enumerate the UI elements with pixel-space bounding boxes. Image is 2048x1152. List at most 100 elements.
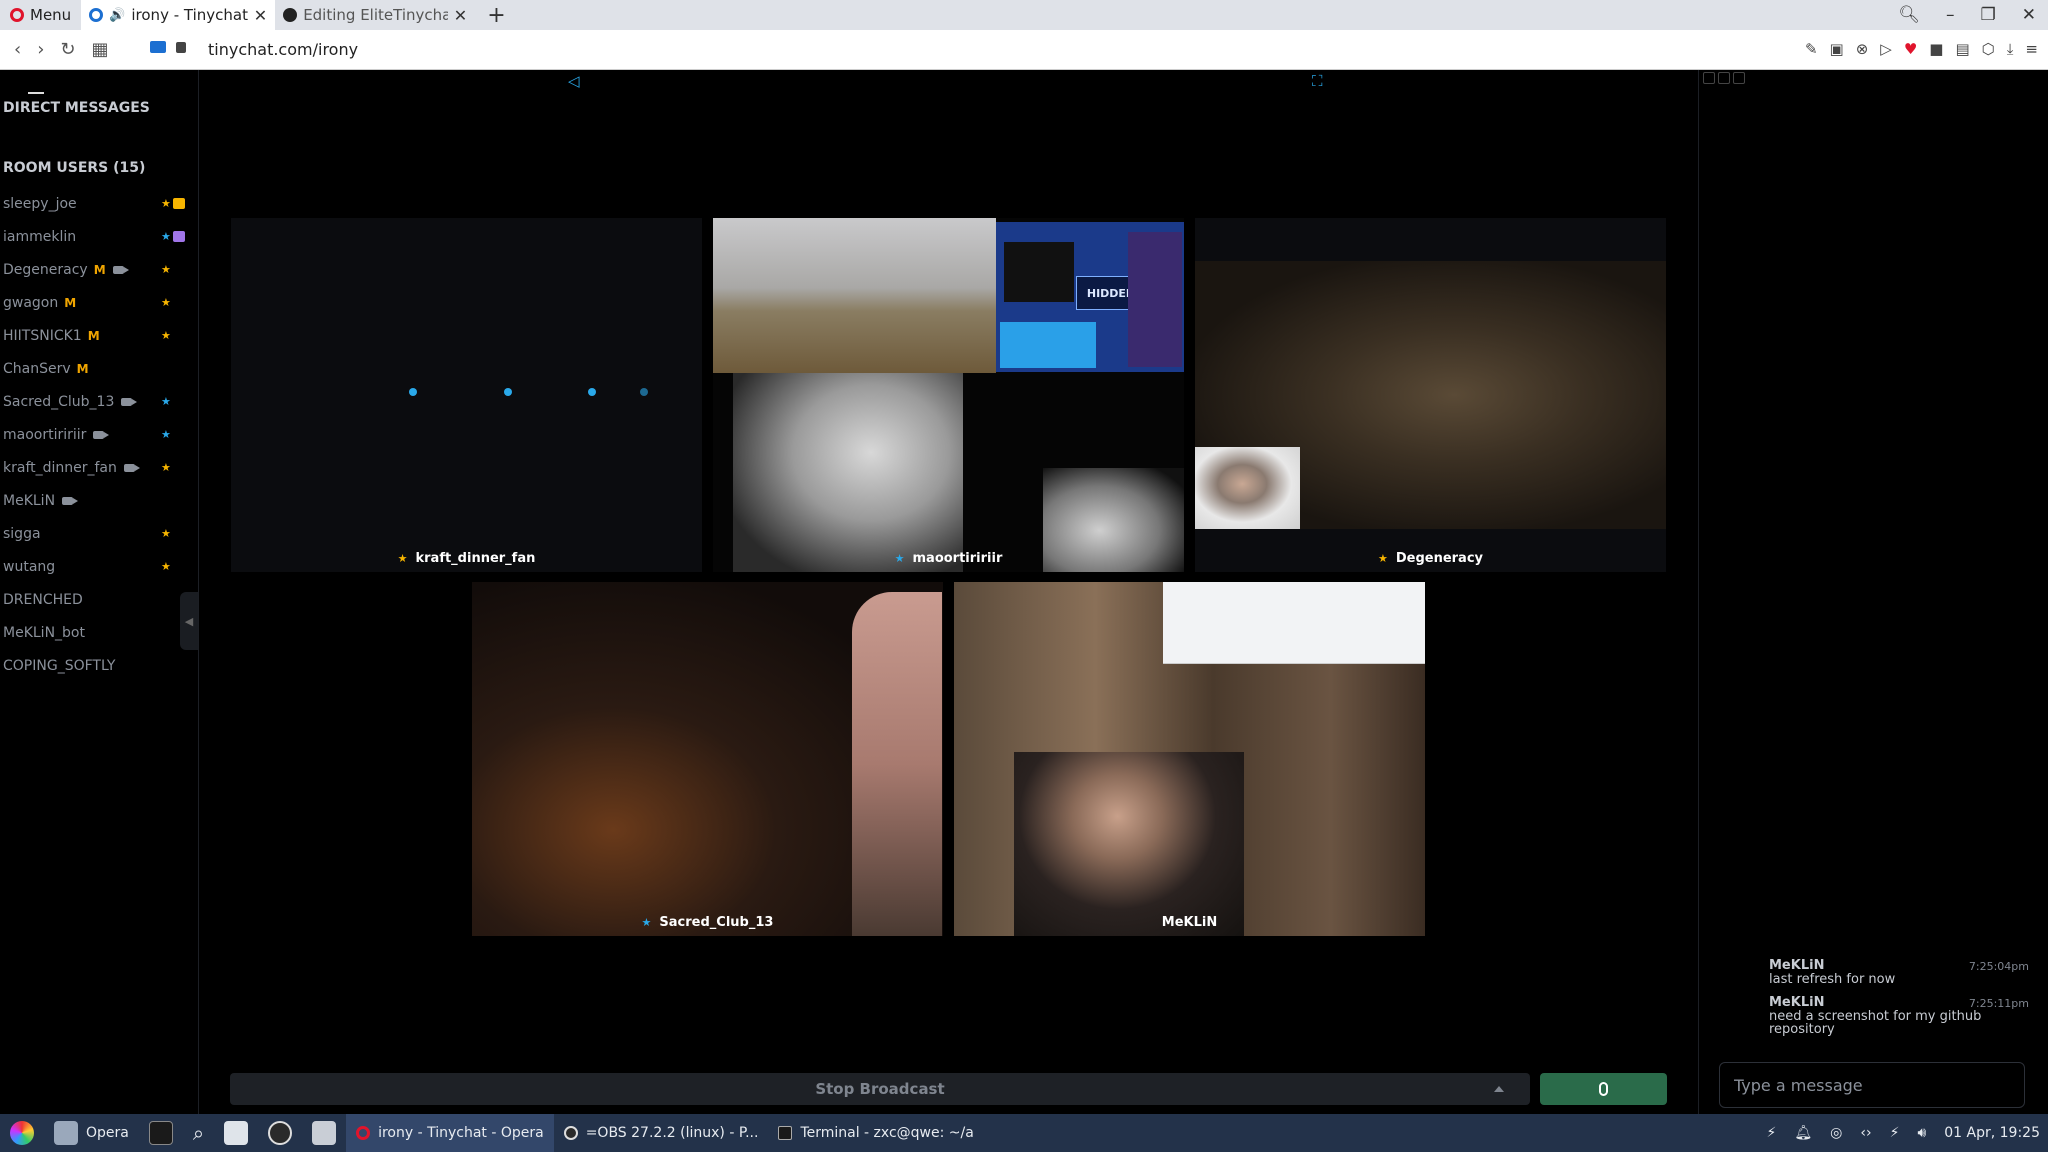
close-circle-icon[interactable]: ⊗ (1856, 40, 1869, 58)
forward-icon[interactable]: › (37, 39, 44, 60)
minimize-icon[interactable]: – (1946, 5, 1955, 25)
restore-icon[interactable]: ❐ (1981, 5, 1996, 25)
send-icon[interactable]: ▷ (1880, 40, 1892, 58)
room-user-item[interactable]: MeKLiN_bot (3, 616, 188, 649)
taskbar-obs-launcher[interactable] (258, 1114, 302, 1152)
microphone-button[interactable] (1540, 1073, 1667, 1105)
chat-message-input[interactable] (1719, 1062, 2025, 1108)
camera-in-use-icon[interactable] (150, 40, 166, 53)
notifications-bell-icon[interactable]: 🔔︎ (1794, 1125, 1812, 1141)
search-icon: ⌕ (192, 1121, 205, 1145)
camera-icon (93, 430, 110, 439)
room-user-item[interactable]: ChanServ M (3, 352, 188, 385)
loading-dot (588, 388, 596, 396)
video-tile[interactable]: MeKLiN (954, 582, 1425, 936)
menu-label: Menu (30, 6, 72, 24)
download-icon[interactable]: ⤓ (2007, 40, 2014, 58)
grid-icon[interactable]: ▦ (92, 39, 109, 60)
video-tile[interactable]: ★ Degeneracy (1195, 218, 1666, 572)
obs-icon (563, 1126, 578, 1140)
room-user-item[interactable]: sleepy_joe ★ (3, 187, 188, 220)
star-icon: ★ (161, 230, 171, 243)
taskbar-editor-launcher[interactable] (214, 1114, 258, 1152)
stop-broadcast-button[interactable]: Stop Broadcast (230, 1073, 1530, 1105)
taskbar-terminal-launcher[interactable] (139, 1114, 183, 1152)
opera-menu-button[interactable]: Menu (0, 0, 81, 30)
close-window-icon[interactable]: ✕ (2022, 5, 2036, 25)
new-tab-icon[interactable]: + (475, 3, 517, 28)
room-user-item[interactable]: MeKLiN (3, 484, 188, 517)
room-user-item[interactable]: maoortiririir ★ (3, 418, 188, 451)
browser-tab-bar: Menu 🔊 irony - Tinychat ✕ Editing EliteT… (0, 0, 2048, 30)
webcam-image (733, 373, 963, 572)
caret-up-icon[interactable] (1494, 1086, 1504, 1092)
taskbar-tool-launcher[interactable] (302, 1114, 346, 1152)
stop-broadcast-label: Stop Broadcast (815, 1080, 945, 1098)
star-icon: ★ (641, 916, 652, 929)
star-icon: ★ (161, 428, 171, 441)
reload-icon[interactable]: ↻ (60, 39, 75, 60)
extension-badge-icon[interactable]: ▤ (1955, 40, 1969, 58)
room-user-item[interactable]: wutang ★ (3, 550, 188, 583)
volume-icon[interactable]: 🔊︎ (1917, 1125, 1926, 1141)
start-menu-button[interactable] (0, 1114, 44, 1152)
chat-toggle-icon[interactable] (1733, 72, 1745, 84)
tab-github[interactable]: Editing EliteTinychat/ ✕ (275, 0, 475, 30)
room-user-item[interactable]: DRENCHED (3, 583, 188, 616)
taskbar-item-label: =OBS 27.2.2 (linux) - P... (585, 1125, 759, 1141)
room-user-item[interactable]: sigga ★ (3, 517, 188, 550)
room-user-item[interactable]: Sacred_Club_13 ★ (3, 385, 188, 418)
network-icon[interactable]: ◎ (1830, 1125, 1842, 1141)
clock[interactable]: 01 Apr, 19:25 (1944, 1125, 2040, 1141)
room-user-name: HIITSNICK1 (3, 327, 82, 344)
edit-icon[interactable]: ✎ (1805, 40, 1818, 58)
power-icon[interactable]: ⚡ (1767, 1125, 1777, 1141)
search-icon[interactable]: 🔍︎ (1898, 5, 1920, 25)
hamburger-menu-icon[interactable] (28, 92, 44, 99)
room-user-name: COPING_SOFTLY (3, 657, 116, 674)
room-user-item[interactable]: iammeklin ★ (3, 220, 188, 253)
bolt-icon[interactable]: ⚡ (1890, 1125, 1900, 1141)
user-badge-icon (173, 198, 185, 209)
heart-icon[interactable]: ♥ (1904, 40, 1917, 58)
github-favicon-icon (283, 8, 298, 22)
room-user-name: kraft_dinner_fan (3, 459, 117, 476)
camera-icon (123, 463, 140, 472)
chat-toggle-icon[interactable] (1718, 72, 1730, 84)
lock-icon[interactable] (176, 42, 186, 53)
room-user-name: gwagon (3, 294, 59, 311)
close-tab-icon[interactable]: ✕ (254, 6, 267, 25)
fullscreen-icon[interactable]: ⛶ (1312, 72, 1323, 90)
video-tile[interactable]: HIDDEN ★ maoortiririir (713, 218, 1184, 572)
extension-icon[interactable]: ■ (1929, 40, 1943, 58)
video-tile[interactable]: ★ Sacred_Club_13 (472, 582, 943, 936)
room-user-item[interactable]: COPING_SOFTLY (3, 649, 188, 682)
menu-lines-icon[interactable]: ≡ (2025, 40, 2038, 58)
cube-icon[interactable]: ⬡ (1982, 40, 1995, 58)
star-icon: ★ (161, 263, 171, 276)
video-tile[interactable]: ★ kraft_dinner_fan (231, 218, 702, 572)
moderator-badge: M (93, 262, 106, 277)
code-icon[interactable]: ‹› (1860, 1125, 1871, 1141)
chat-toggle-icon[interactable] (1703, 72, 1715, 84)
room-user-item[interactable]: kraft_dinner_fan ★ (3, 451, 188, 484)
url-field[interactable]: tinychat.com/irony (208, 40, 358, 59)
taskbar-item-tinychat[interactable]: irony - Tinychat - Opera (346, 1114, 554, 1152)
taskbar-search-launcher[interactable]: ⌕ (183, 1114, 214, 1152)
taskbar-item-obs[interactable]: =OBS 27.2.2 (linux) - P... (554, 1114, 769, 1152)
taskbar-item-terminal[interactable]: Terminal - zxc@qwe: ~/a (768, 1114, 983, 1152)
back-icon[interactable]: ‹ (14, 39, 21, 60)
taskbar-item-opera-launcher[interactable]: Opera (44, 1114, 139, 1152)
tab-tinychat[interactable]: 🔊 irony - Tinychat ✕ (81, 0, 276, 30)
room-user-item[interactable]: gwagon M ★ (3, 286, 188, 319)
url-status-icons (150, 40, 186, 53)
volume-icon[interactable]: ◁ (568, 72, 580, 90)
room-user-item[interactable]: Degeneracy M ★ (3, 253, 188, 286)
camera-snapshot-icon[interactable]: ▣ (1830, 40, 1844, 58)
collapse-sidebar-handle[interactable]: ◀ (180, 592, 198, 650)
star-icon: ★ (161, 197, 171, 210)
room-user-item[interactable]: HIITSNICK1 M ★ (3, 319, 188, 352)
os-taskbar: Opera ⌕ irony - Tinychat - Opera =OBS 27… (0, 1114, 2048, 1152)
close-tab-icon[interactable]: ✕ (454, 6, 467, 25)
message-time: 7:25:04pm (1968, 960, 2029, 973)
